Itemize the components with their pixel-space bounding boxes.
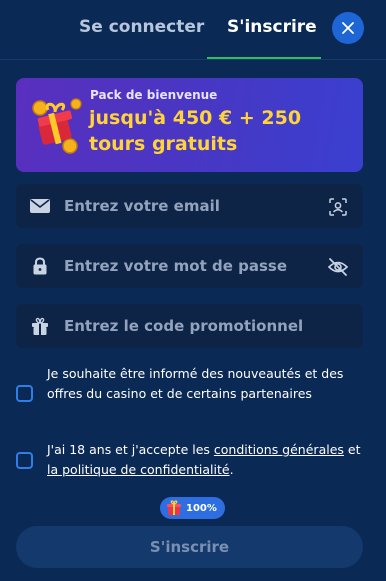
newsletter-checkbox[interactable] bbox=[16, 385, 33, 402]
promo-code-field bbox=[16, 304, 363, 348]
terms-suffix: . bbox=[229, 462, 234, 477]
newsletter-consent-label: Je souhaite être informé des nouveautés … bbox=[47, 366, 344, 401]
gift-icon bbox=[32, 317, 48, 335]
bonus-percent: 100% bbox=[186, 502, 217, 514]
tab-signup[interactable]: S'inscrire bbox=[227, 17, 317, 37]
face-scan-icon[interactable] bbox=[327, 196, 349, 218]
terms-checkbox[interactable] bbox=[16, 452, 33, 469]
lock-icon bbox=[33, 257, 47, 275]
privacy-policy-link[interactable]: la politique de confidentialité bbox=[47, 462, 230, 477]
envelope-icon bbox=[30, 199, 50, 213]
close-button[interactable] bbox=[332, 12, 364, 44]
terms-middle: et bbox=[343, 442, 361, 457]
eye-off-icon[interactable] bbox=[327, 256, 349, 278]
banner-kicker: Pack de bienvenue bbox=[90, 88, 218, 102]
password-field bbox=[16, 244, 363, 288]
password-input[interactable] bbox=[64, 244, 314, 288]
bonus-progress-badge: 100% bbox=[160, 497, 225, 519]
gift-coins-icon bbox=[32, 98, 82, 154]
email-input[interactable] bbox=[64, 184, 314, 228]
email-field bbox=[16, 184, 363, 228]
banner-headline: jusqu'à 450 € + 250 tours gratuits bbox=[89, 107, 302, 155]
tabs-divider bbox=[0, 59, 386, 60]
auth-tabs: Se connecter S'inscrire bbox=[0, 0, 386, 59]
terms-consent-label: J'ai 18 ans et j'accepte les conditions … bbox=[47, 440, 370, 480]
promo-code-input[interactable] bbox=[64, 304, 314, 348]
terms-link[interactable]: conditions générales bbox=[214, 442, 344, 457]
tab-login[interactable]: Se connecter bbox=[79, 17, 204, 37]
close-icon bbox=[342, 22, 354, 34]
signup-submit-button[interactable]: S'inscrire bbox=[16, 526, 363, 568]
gift-icon bbox=[167, 500, 181, 515]
welcome-bonus-banner[interactable]: Pack de bienvenue jusqu'à 450 € + 250 to… bbox=[16, 78, 363, 172]
terms-prefix: J'ai 18 ans et j'accepte les bbox=[47, 442, 214, 457]
signup-panel: Se connecter S'inscrire Pack de bienvenu… bbox=[0, 0, 386, 581]
